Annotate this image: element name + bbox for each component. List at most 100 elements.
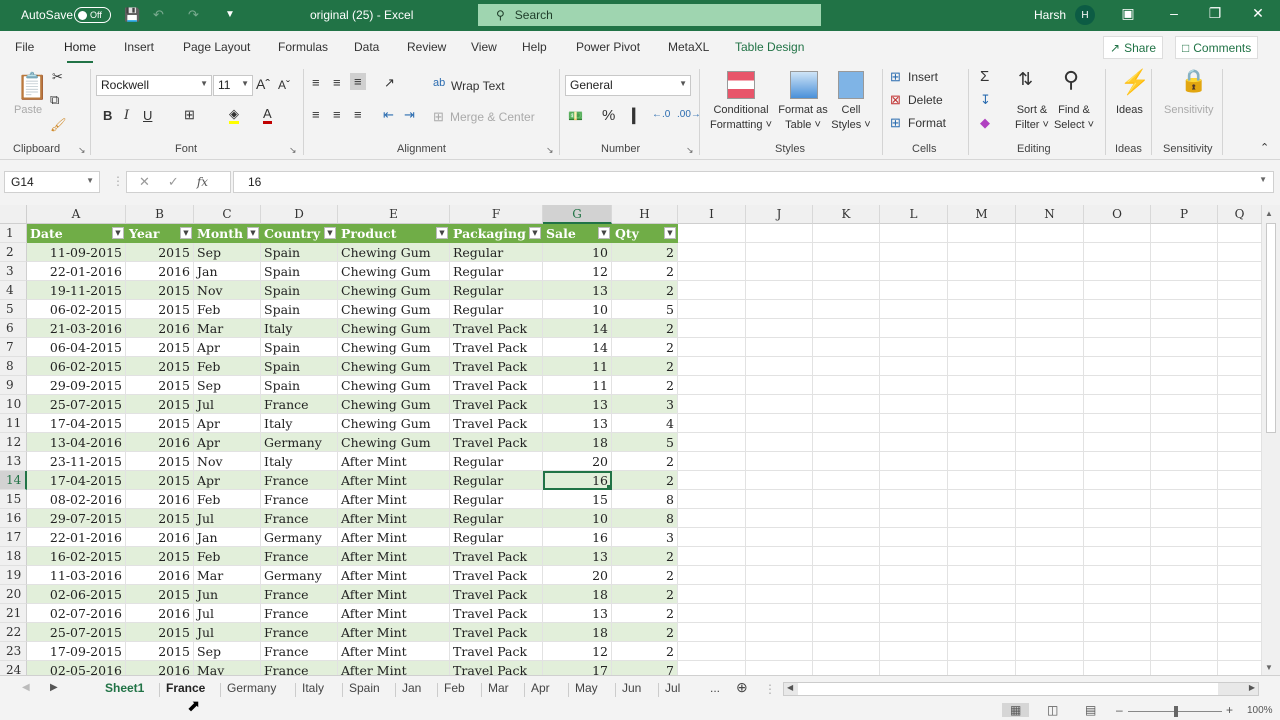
enter-icon[interactable]: ✓ (168, 174, 179, 190)
empty-cell[interactable] (746, 642, 813, 661)
empty-cell[interactable] (1016, 623, 1084, 642)
empty-cell[interactable] (746, 319, 813, 338)
empty-cell[interactable] (1151, 281, 1218, 300)
empty-cell[interactable] (746, 281, 813, 300)
table-cell[interactable]: Travel Pack (450, 623, 543, 642)
empty-cell[interactable] (1218, 395, 1262, 414)
column-header-g[interactable]: G (543, 205, 612, 224)
table-cell[interactable]: 2 (612, 357, 678, 376)
table-cell[interactable]: 2 (612, 642, 678, 661)
drag-handle-icon[interactable]: ⋮ (112, 174, 124, 188)
table-cell[interactable]: Travel Pack (450, 395, 543, 414)
filter-dropdown-icon[interactable]: ▼ (324, 227, 336, 239)
empty-cell[interactable] (1218, 414, 1262, 433)
table-cell[interactable]: Jul (194, 509, 261, 528)
empty-cell[interactable] (1084, 281, 1151, 300)
row-header-5[interactable]: 5 (0, 300, 27, 319)
table-cell[interactable]: Travel Pack (450, 433, 543, 452)
empty-cell[interactable] (678, 452, 746, 471)
empty-cell[interactable] (1151, 661, 1218, 675)
column-header-b[interactable]: B (126, 205, 194, 224)
formula-input[interactable]: 16 ▼ (233, 171, 1274, 193)
table-cell[interactable]: 2 (612, 585, 678, 604)
empty-cell[interactable] (1218, 623, 1262, 642)
sheet-tab-france[interactable]: France (162, 681, 209, 695)
sheet-tab-spain[interactable]: Spain (345, 681, 384, 695)
empty-cell[interactable] (1151, 319, 1218, 338)
empty-cell[interactable] (948, 528, 1016, 547)
table-cell[interactable]: Travel Pack (450, 661, 543, 675)
table-cell[interactable]: 2016 (126, 604, 194, 623)
row-header-9[interactable]: 9 (0, 376, 27, 395)
table-cell[interactable]: After Mint (338, 604, 450, 623)
table-cell[interactable]: 11-09-2015 (27, 243, 126, 262)
table-cell[interactable]: 2015 (126, 300, 194, 319)
table-cell[interactable]: Regular (450, 509, 543, 528)
empty-cell[interactable] (1218, 604, 1262, 623)
table-cell[interactable]: Chewing Gum (338, 281, 450, 300)
empty-cell[interactable] (1218, 661, 1262, 675)
scroll-left-icon[interactable]: ◀ (787, 683, 793, 692)
empty-cell[interactable] (1016, 585, 1084, 604)
table-cell[interactable]: After Mint (338, 547, 450, 566)
empty-cell[interactable] (1218, 376, 1262, 395)
empty-cell[interactable] (880, 319, 948, 338)
copy-icon[interactable]: ⧉ (50, 92, 59, 108)
empty-cell[interactable] (678, 395, 746, 414)
empty-cell[interactable] (813, 623, 880, 642)
empty-cell[interactable] (880, 357, 948, 376)
empty-cell[interactable] (948, 300, 1016, 319)
empty-cell[interactable] (1016, 243, 1084, 262)
column-header-h[interactable]: H (612, 205, 678, 224)
table-cell[interactable]: Travel Pack (450, 319, 543, 338)
table-cell[interactable]: Nov (194, 281, 261, 300)
table-cell[interactable]: Mar (194, 566, 261, 585)
table-cell[interactable]: Chewing Gum (338, 433, 450, 452)
tab-review[interactable]: Review (407, 40, 446, 54)
align-bottom-icon[interactable]: ≡ (350, 73, 366, 90)
table-cell[interactable]: 02-05-2016 (27, 661, 126, 675)
empty-cell[interactable] (813, 585, 880, 604)
format-button[interactable]: Format (908, 116, 946, 131)
normal-view-icon[interactable]: ▦ (1002, 703, 1030, 717)
table-cell[interactable]: 18 (543, 623, 612, 642)
empty-cell[interactable] (746, 395, 813, 414)
empty-cell[interactable] (1151, 471, 1218, 490)
table-cell[interactable]: 7 (612, 661, 678, 675)
table-cell[interactable]: 2 (612, 566, 678, 585)
empty-cell[interactable] (880, 224, 948, 243)
table-cell[interactable]: 2015 (126, 338, 194, 357)
table-cell[interactable]: 11 (543, 357, 612, 376)
empty-cell[interactable] (880, 414, 948, 433)
table-cell[interactable]: 13 (543, 604, 612, 623)
table-cell[interactable]: 2 (612, 547, 678, 566)
save-icon[interactable]: 💾 (124, 7, 140, 23)
empty-cell[interactable] (1151, 433, 1218, 452)
empty-cell[interactable] (880, 566, 948, 585)
number-launcher-icon[interactable]: ↘ (686, 145, 694, 156)
empty-cell[interactable] (1151, 338, 1218, 357)
table-cell[interactable]: Mar (194, 319, 261, 338)
clear-icon[interactable]: ◆ (980, 115, 990, 131)
empty-cell[interactable] (678, 357, 746, 376)
tab-file[interactable]: File (15, 40, 34, 54)
table-cell[interactable]: France (261, 490, 338, 509)
row-header-15[interactable]: 15 (0, 490, 27, 509)
empty-cell[interactable] (880, 433, 948, 452)
empty-cell[interactable] (678, 490, 746, 509)
table-cell[interactable]: 2 (612, 452, 678, 471)
empty-cell[interactable] (1084, 414, 1151, 433)
table-cell[interactable]: Travel Pack (450, 414, 543, 433)
sheet-tab-jun[interactable]: Jun (618, 681, 645, 695)
column-header-e[interactable]: E (338, 205, 450, 224)
table-cell[interactable]: Chewing Gum (338, 338, 450, 357)
vertical-scrollbar[interactable]: ▲ ▼ (1262, 205, 1280, 675)
table-cell[interactable]: 13 (543, 395, 612, 414)
sheet-tab-feb[interactable]: Feb (440, 681, 469, 695)
empty-cell[interactable] (813, 357, 880, 376)
empty-cell[interactable] (948, 642, 1016, 661)
empty-cell[interactable] (1016, 509, 1084, 528)
paste-icon[interactable]: 📋 (16, 71, 48, 102)
empty-cell[interactable] (813, 433, 880, 452)
redo-icon[interactable]: ↷ (188, 7, 199, 23)
